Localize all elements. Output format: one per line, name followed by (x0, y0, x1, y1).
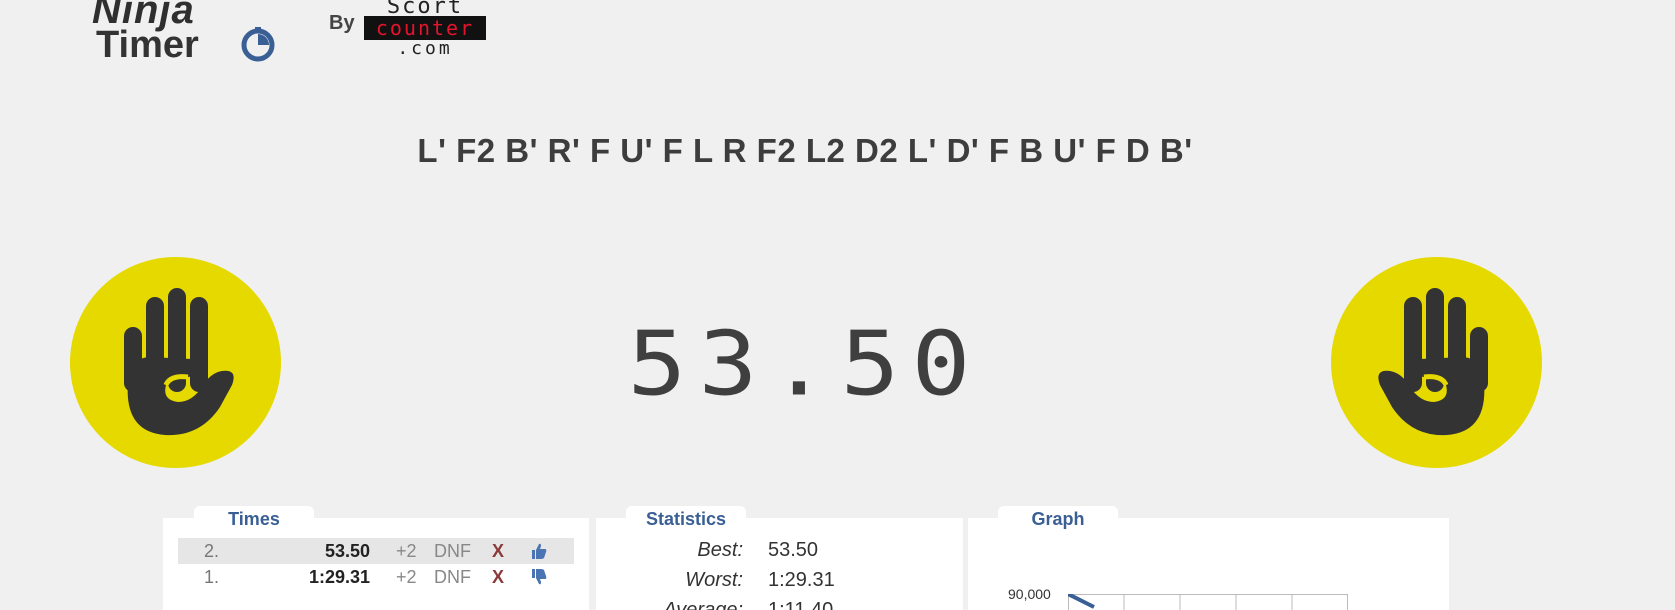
dnf-button[interactable]: DNF (434, 564, 471, 590)
tab-statistics[interactable]: Statistics (626, 506, 746, 530)
time-index: 1. (204, 567, 220, 587)
ninja-timer-logo[interactable]: Ninja Timer (92, 0, 292, 70)
thumbs-up-icon[interactable] (530, 542, 548, 560)
tab-graph[interactable]: Graph (998, 506, 1118, 530)
graph-y-axis-label: 90,000 (1008, 586, 1051, 602)
brand-middle-text: counter (364, 16, 486, 40)
stat-row-average: Average: 1:11.40 (596, 596, 963, 610)
stat-row-worst: Worst: 1:29.31 (596, 566, 963, 594)
stat-row-best: Best: 53.50 (596, 536, 963, 564)
time-row: 2. 53.50 +2 DNF X (178, 538, 574, 564)
time-index: 2. (204, 541, 220, 561)
times-panel: Times 2. 53.50 +2 DNF X 1. 1:29.31 +2 DN… (163, 506, 589, 610)
scramble-text: L' F2 B' R' F U' F L R F2 L2 D2 L' D' F … (417, 132, 1193, 169)
delete-button[interactable]: X (492, 564, 504, 590)
graph-plot (1068, 594, 1348, 610)
plus2-button[interactable]: +2 (396, 538, 417, 564)
stat-value: 53.50 (768, 539, 819, 561)
statistics-panel: Statistics Best: 53.50 Worst: 1:29.31 Av… (596, 506, 963, 610)
right-hand-pad[interactable] (1331, 257, 1542, 468)
plus2-button[interactable]: +2 (396, 564, 417, 590)
time-row: 1. 1:29.31 +2 DNF X (178, 564, 574, 590)
stopwatch-icon (241, 27, 275, 62)
time-value: 1:29.31 (308, 567, 370, 587)
stat-label: Worst: (685, 569, 743, 591)
scorecounter-logo[interactable]: Scort counter .com (363, 0, 487, 64)
dnf-button[interactable]: DNF (434, 538, 471, 564)
stat-label: Best: (697, 539, 743, 561)
stat-value: 1:11.40 (768, 599, 834, 610)
graph-series-line (1068, 594, 1095, 609)
time-value: 53.50 (324, 541, 370, 561)
stat-label: Average: (663, 599, 743, 610)
brand-bottom-text: .com (397, 38, 453, 59)
logo-word-timer: Timer (96, 24, 199, 66)
graph-panel: Graph 90,000 (968, 506, 1449, 610)
right-hand-icon (1378, 288, 1488, 436)
by-label: By (329, 12, 355, 34)
tab-times[interactable]: Times (194, 506, 314, 530)
thumbs-down-icon[interactable] (530, 568, 548, 586)
stat-value: 1:29.31 (768, 569, 835, 591)
ninja-timer-page: Ninja Timer By Scort counter .com L' F2 … (0, 0, 1675, 610)
delete-button[interactable]: X (492, 538, 504, 564)
